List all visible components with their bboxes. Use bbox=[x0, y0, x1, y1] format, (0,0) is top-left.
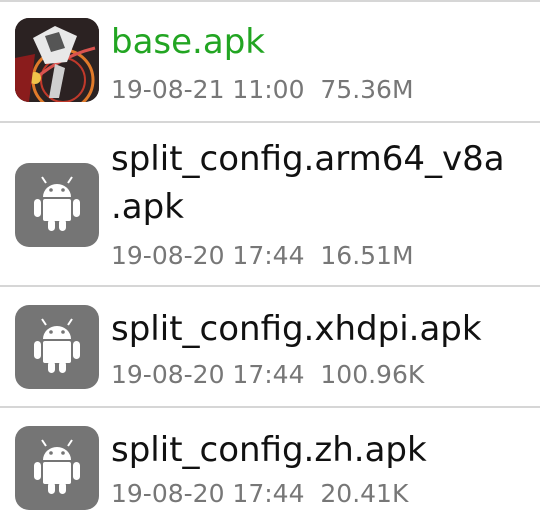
file-date: 19-08-20 17:44 bbox=[111, 360, 305, 389]
file-size: 16.51M bbox=[320, 241, 414, 270]
file-list: base.apk 19-08-21 11:00 75.36M split_con… bbox=[0, 0, 540, 523]
file-row-split-config-zh[interactable]: split_config.zh.apk 19-08-20 17:44 20.41… bbox=[0, 408, 540, 523]
file-row-split-config-arm64[interactable]: split_config.arm64_v8a .apk 19-08-20 17:… bbox=[0, 123, 540, 285]
file-name-line: .apk bbox=[111, 187, 184, 227]
file-size: 100.96K bbox=[320, 360, 425, 389]
game-app-icon bbox=[15, 18, 99, 102]
file-size: 20.41K bbox=[320, 479, 409, 508]
file-date: 19-08-20 17:44 bbox=[111, 479, 305, 508]
file-name-line: base.apk bbox=[111, 22, 265, 62]
file-row-split-config-xhdpi[interactable]: split_config.xhdpi.apk 19-08-20 17:44 10… bbox=[0, 287, 540, 406]
file-date: 19-08-21 11:00 bbox=[111, 75, 305, 104]
file-name: base.apk bbox=[111, 20, 265, 64]
file-name-line: split_config.xhdpi.apk bbox=[111, 309, 482, 349]
file-name: split_config.xhdpi.apk bbox=[111, 307, 482, 351]
file-name: split_config.arm64_v8a .apk bbox=[111, 137, 505, 229]
file-row-base-apk[interactable]: base.apk 19-08-21 11:00 75.36M bbox=[0, 2, 540, 121]
android-icon bbox=[15, 426, 99, 510]
android-icon bbox=[15, 163, 99, 247]
file-meta: 19-08-21 11:00 75.36M bbox=[111, 74, 414, 106]
file-name-line: split_config.arm64_v8a bbox=[111, 139, 505, 179]
android-icon bbox=[15, 305, 99, 389]
file-meta: 19-08-20 17:44 20.41K bbox=[111, 478, 408, 510]
file-size: 75.36M bbox=[320, 75, 414, 104]
file-name: split_config.zh.apk bbox=[111, 428, 427, 472]
file-meta: 19-08-20 17:44 100.96K bbox=[111, 359, 424, 391]
file-date: 19-08-20 17:44 bbox=[111, 241, 305, 270]
file-meta: 19-08-20 17:44 16.51M bbox=[111, 240, 414, 272]
file-name-line: split_config.zh.apk bbox=[111, 430, 427, 470]
